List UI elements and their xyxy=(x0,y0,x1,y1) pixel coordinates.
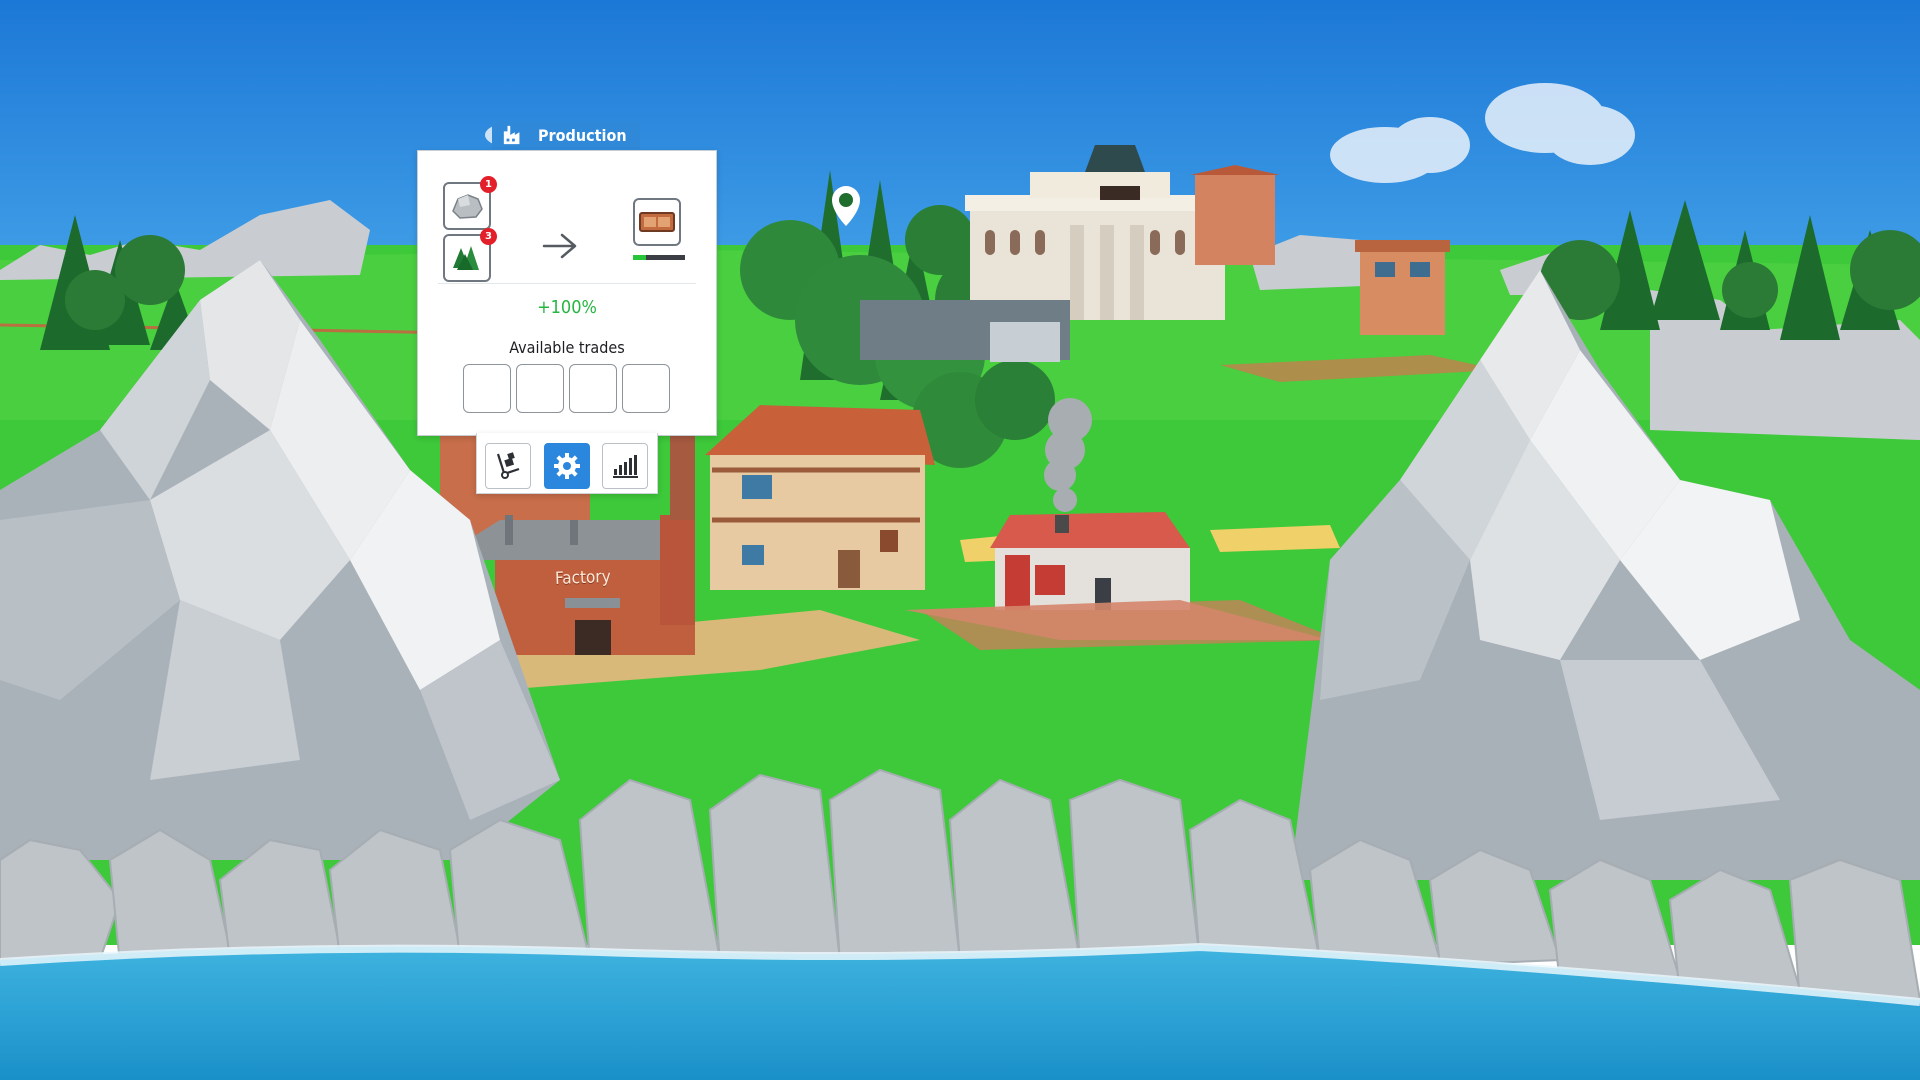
production-tab-label: Production xyxy=(538,125,627,145)
house-background xyxy=(1195,175,1275,265)
available-trades-label: Available trades xyxy=(509,338,625,357)
game-world-view[interactable] xyxy=(0,0,1920,1080)
production-panel: 1 3 +100% Available trades xyxy=(417,150,717,436)
output-slot-furniture[interactable] xyxy=(633,198,681,246)
farm-house xyxy=(990,512,1190,610)
trade-slots xyxy=(463,364,670,413)
input-count-badge: 3 xyxy=(480,228,497,245)
furniture-icon xyxy=(639,212,675,232)
production-button[interactable] xyxy=(544,443,590,489)
input-count-badge: 1 xyxy=(480,176,497,193)
wood-icon xyxy=(453,246,479,270)
divider xyxy=(438,283,696,284)
stone-icon xyxy=(452,194,483,219)
timber-house xyxy=(705,405,935,590)
efficiency-value: +100% xyxy=(537,297,597,318)
gear-icon xyxy=(554,453,580,479)
trade-slot[interactable] xyxy=(516,364,564,413)
trade-slot[interactable] xyxy=(622,364,670,413)
factory-sign: Factory xyxy=(554,567,612,589)
production-tab[interactable]: Production xyxy=(492,121,640,149)
input-slot-stone[interactable]: 1 xyxy=(443,176,497,230)
building-toolbar xyxy=(476,433,658,494)
bar-chart-icon xyxy=(613,455,638,478)
input-slot-wood[interactable]: 3 xyxy=(443,228,497,282)
production-progress-bar xyxy=(633,255,685,260)
trade-slot[interactable] xyxy=(569,364,617,413)
hand-truck-icon xyxy=(496,452,520,479)
factory-icon xyxy=(503,125,520,145)
trade-slot[interactable] xyxy=(463,364,511,413)
statistics-button[interactable] xyxy=(602,443,648,489)
logistics-button[interactable] xyxy=(485,443,531,489)
arrow-right-icon xyxy=(542,233,577,259)
